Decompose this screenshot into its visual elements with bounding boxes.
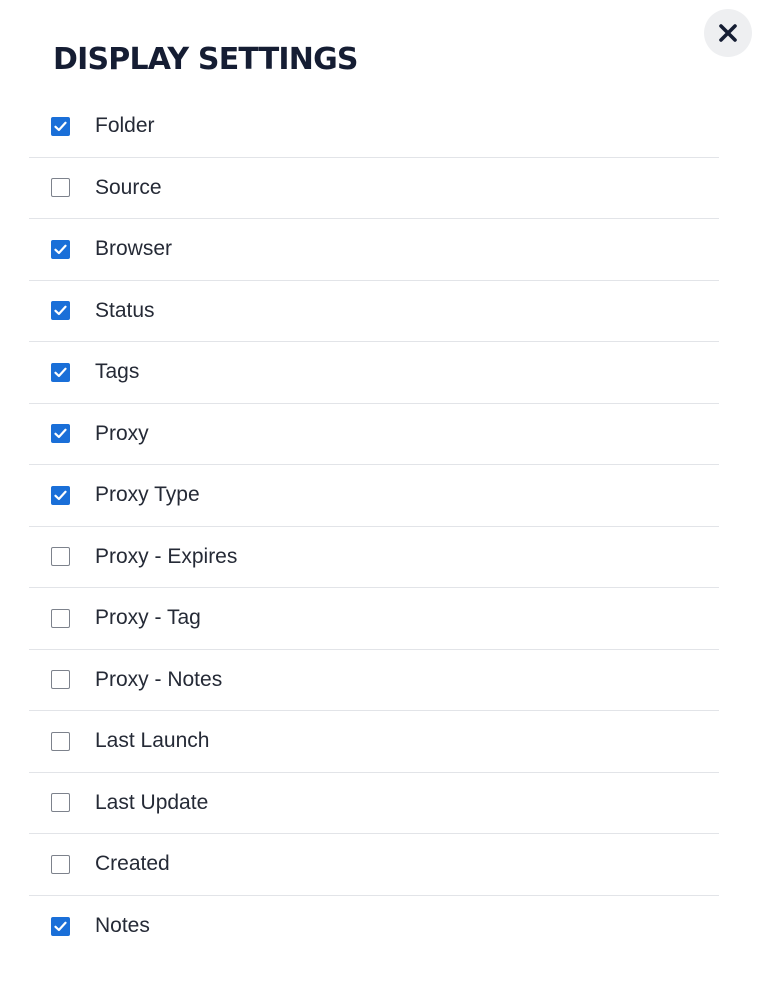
- setting-row-notes[interactable]: Notes: [29, 896, 719, 958]
- checkbox-proxy-notes[interactable]: [51, 670, 70, 690]
- checkbox-created[interactable]: [51, 854, 70, 874]
- setting-row-created[interactable]: Created: [29, 834, 719, 896]
- settings-list: Folder Source Browser Status Tags Proxy …: [29, 96, 719, 957]
- setting-label: Status: [95, 298, 155, 322]
- setting-row-proxy-notes[interactable]: Proxy - Notes: [29, 650, 719, 711]
- setting-row-tags[interactable]: Tags: [29, 342, 719, 404]
- setting-label: Last Launch: [95, 729, 210, 753]
- checkbox-folder[interactable]: [51, 116, 70, 136]
- close-icon: [717, 22, 739, 44]
- setting-label: Tags: [95, 360, 140, 384]
- setting-label: Browser: [95, 237, 173, 261]
- setting-label: Proxy - Expires: [95, 544, 238, 568]
- checkbox-proxy[interactable]: [51, 424, 70, 444]
- checkbox-source[interactable]: [51, 178, 70, 198]
- setting-row-proxy[interactable]: Proxy: [29, 404, 719, 465]
- checkmark-icon: [54, 921, 67, 931]
- checkmark-icon: [54, 490, 67, 500]
- checkbox-notes[interactable]: [51, 916, 70, 936]
- checkmark-icon: [54, 244, 67, 254]
- setting-label: Source: [95, 175, 162, 199]
- setting-row-status[interactable]: Status: [29, 281, 719, 342]
- setting-row-proxy-type[interactable]: Proxy Type: [29, 465, 719, 527]
- setting-row-proxy-expires[interactable]: Proxy - Expires: [29, 527, 719, 588]
- setting-label: Proxy Type: [95, 483, 200, 507]
- checkbox-status[interactable]: [51, 301, 70, 321]
- close-button[interactable]: [704, 9, 752, 57]
- setting-label: Notes: [95, 914, 150, 938]
- checkbox-proxy-type[interactable]: [51, 485, 70, 505]
- setting-label: Proxy - Notes: [95, 667, 223, 691]
- display-settings-dialog: DISPLAY SETTINGS Folder Source Browser S…: [0, 0, 757, 984]
- setting-label: Proxy - Tag: [95, 606, 201, 630]
- setting-label: Created: [95, 852, 170, 876]
- checkmark-icon: [54, 121, 67, 131]
- checkbox-proxy-tag[interactable]: [51, 608, 70, 628]
- setting-row-last-launch[interactable]: Last Launch: [29, 711, 719, 773]
- checkbox-tags[interactable]: [51, 362, 70, 382]
- setting-row-proxy-tag[interactable]: Proxy - Tag: [29, 588, 719, 650]
- setting-row-source[interactable]: Source: [29, 158, 719, 219]
- setting-row-browser[interactable]: Browser: [29, 219, 719, 281]
- checkmark-icon: [54, 428, 67, 439]
- checkbox-browser[interactable]: [51, 239, 70, 259]
- checkmark-icon: [54, 305, 67, 316]
- setting-label: Folder: [95, 114, 155, 138]
- setting-row-folder[interactable]: Folder: [29, 96, 719, 158]
- checkbox-proxy-expires[interactable]: [51, 547, 70, 567]
- setting-label: Last Update: [95, 790, 209, 814]
- checkbox-last-launch[interactable]: [51, 731, 70, 751]
- dialog-title: DISPLAY SETTINGS: [53, 42, 359, 77]
- checkmark-icon: [54, 367, 67, 377]
- setting-label: Proxy: [95, 421, 149, 445]
- checkbox-last-update[interactable]: [51, 793, 70, 813]
- setting-row-last-update[interactable]: Last Update: [29, 773, 719, 834]
